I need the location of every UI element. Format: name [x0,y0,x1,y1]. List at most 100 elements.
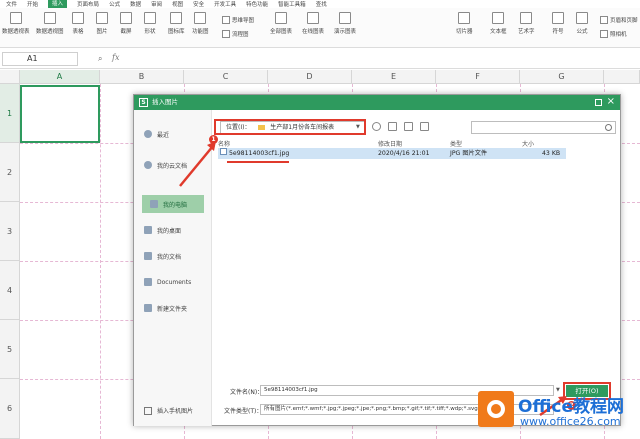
office-logo-ring [487,400,505,418]
wordart-button[interactable]: 艺术字 [518,12,535,35]
online-charts-button[interactable]: 在线图表 [302,12,324,35]
search-icon[interactable] [605,124,612,131]
insert-phone-picture[interactable]: 插入手机图片 [144,406,193,415]
fx-icon[interactable]: fx [112,53,119,62]
annotation-underline [227,161,289,163]
selected-cell[interactable] [20,85,100,143]
table-button[interactable]: 表格 [72,12,84,35]
up-folder-icon[interactable] [388,122,397,131]
close-icon[interactable]: × [607,96,615,108]
file-list-header: 名称 修改日期 类型 大小 [218,139,616,148]
header-footer-button[interactable]: 页眉和页脚 [600,16,638,24]
tab-view[interactable]: 视图 [172,0,183,8]
column-header-blank[interactable] [604,70,640,84]
file-size: 43 KB [542,150,561,157]
shapes-button[interactable]: 形状 [144,12,156,35]
watermark-title: Office教程网 [518,397,625,417]
slicer-icon [458,12,471,24]
pivot-table-button[interactable]: 数据透视表 [2,12,30,35]
tab-data[interactable]: 数据 [130,0,141,8]
mindmap-button[interactable]: 思维导图 [222,16,254,24]
tab-smart-tools[interactable]: 智能工具箱 [278,0,306,8]
select-all-corner[interactable] [0,70,20,84]
column-header[interactable]: A [20,70,100,84]
column-size[interactable]: 大小 [522,139,534,148]
tab-search[interactable]: 查找 [316,0,327,8]
column-date[interactable]: 修改日期 [378,139,402,148]
sidebar-item-cloud[interactable]: 我的云文档 [144,157,206,173]
search-input[interactable] [471,121,616,134]
sidebar-item-label: 新建文件夹 [157,305,188,313]
slide-charts-button[interactable]: 演示图表 [334,12,356,35]
tab-security[interactable]: 安全 [193,0,204,8]
dialog-title-bar[interactable]: S 插入图片 × [134,95,620,110]
picture-label: 图片 [96,29,108,35]
sidebar-item-label: 最近 [157,131,170,139]
sidebar-item-new-folder[interactable]: 新建文件夹 [144,300,206,316]
view-mode-icon[interactable] [420,122,429,131]
row-header[interactable]: 3 [0,202,20,261]
mindmap-icon [222,16,230,24]
sidebar-item-my-documents[interactable]: 我的文档 [144,248,206,264]
name-box[interactable]: A1 [2,52,78,66]
function-chart-label: 功能图 [192,29,209,35]
zoom-icon[interactable]: ⌕ [98,54,102,64]
row-header[interactable]: 1 [0,84,20,143]
sidebar-item-label: 我的电脑 [163,201,188,209]
textbox-icon [492,12,505,24]
tab-insert[interactable]: 插入 [48,0,68,8]
textbox-button[interactable]: 文本框 [490,12,507,35]
sidebar-item-my-computer[interactable]: 我的电脑 [142,195,204,213]
function-chart-icon [194,12,207,24]
tab-review[interactable]: 审阅 [151,0,162,8]
shapes-icon [144,12,156,24]
column-header[interactable]: G [520,70,604,84]
all-charts-button[interactable]: 全部图表 [270,12,292,35]
sidebar-item-label: 我的云文档 [157,162,188,170]
picture-button[interactable]: 图片 [96,12,108,35]
folder-icon [144,304,152,312]
back-icon[interactable] [372,122,381,131]
slicer-label: 切片器 [456,29,473,35]
icon-library-button[interactable]: 图标库 [168,12,185,35]
row-header[interactable]: 6 [0,379,20,439]
pivot-chart-button[interactable]: 数据透视图 [36,12,64,35]
column-header[interactable]: C [184,70,268,84]
column-name[interactable]: 名称 [218,139,230,148]
row-header[interactable]: 5 [0,320,20,379]
table-label: 表格 [72,29,84,35]
tab-features[interactable]: 特色功能 [246,0,268,8]
sidebar-item-label: 我的文档 [157,253,182,261]
column-header[interactable]: D [268,70,352,84]
function-chart-button[interactable]: 功能图 [192,12,209,35]
tab-developer[interactable]: 开发工具 [214,0,236,8]
sidebar-item-desktop[interactable]: 我的桌面 [144,222,206,238]
column-header[interactable]: B [100,70,184,84]
table-icon [72,12,84,24]
column-header[interactable]: F [436,70,520,84]
tab-formulas[interactable]: 公式 [109,0,120,8]
screenshot-button[interactable]: 截屏 [120,12,132,35]
flowchart-button[interactable]: 流程图 [222,30,249,38]
camera-button[interactable]: 照相机 [600,30,627,38]
slicer-button[interactable]: 切片器 [456,12,473,35]
sidebar-item-recent[interactable]: 最近 [144,126,206,142]
mindmap-label: 思维导图 [232,18,255,24]
image-file-icon [220,148,227,155]
tab-file[interactable]: 文件 [6,0,17,8]
row-header[interactable]: 4 [0,261,20,320]
tab-page-layout[interactable]: 页面布局 [77,0,99,8]
symbol-label: 符号 [552,29,564,35]
column-type[interactable]: 类型 [450,139,462,148]
maximize-icon[interactable] [595,99,602,106]
cloud-icon [144,161,152,169]
file-row[interactable]: 5e98114003cf1.jpg 2020/4/16 21:01 JPG 图片… [218,148,566,159]
omega-icon [552,12,564,24]
new-folder-icon[interactable] [404,122,413,131]
column-header[interactable]: E [352,70,436,84]
symbol-button[interactable]: 符号 [552,12,564,35]
formula-button[interactable]: 公式 [576,12,588,35]
tab-home[interactable]: 开始 [27,0,38,8]
row-header[interactable]: 2 [0,143,20,202]
sidebar-item-documents[interactable]: Documents [144,274,206,290]
